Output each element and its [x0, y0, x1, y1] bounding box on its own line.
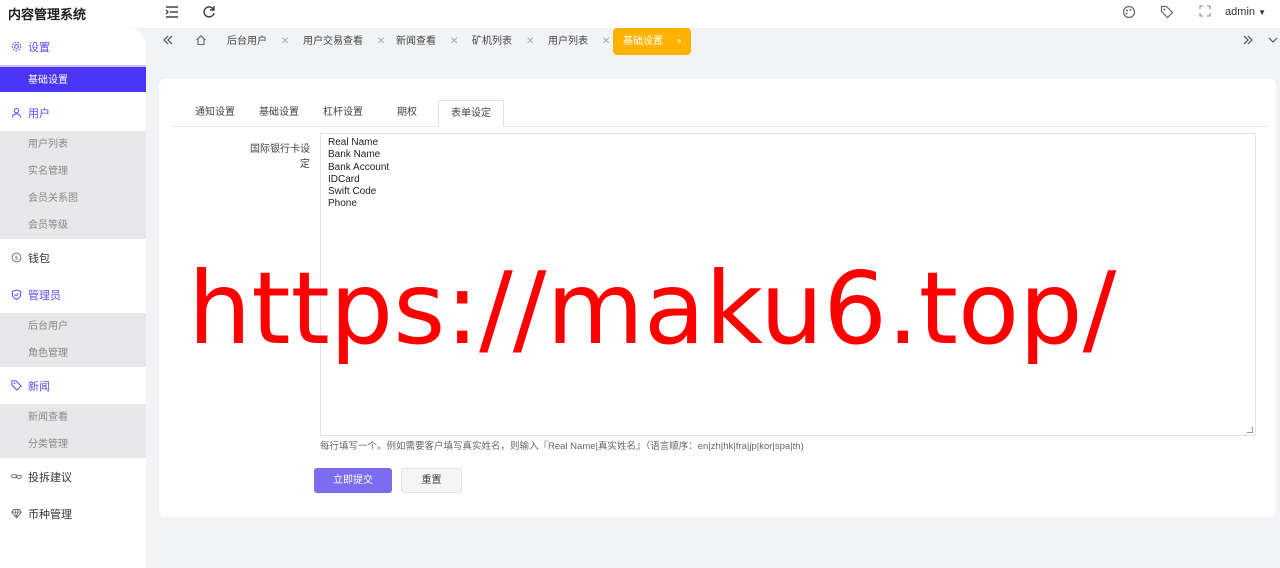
submit-button[interactable]: 立即提交 — [314, 468, 392, 493]
svg-text:$: $ — [14, 256, 18, 262]
tabs-bar: 后台用户 ✕ 用户交易查看 ✕ 新闻查看 ✕ 矿机列表 ✕ 用户列表 ✕ 基础设置 — [146, 28, 1280, 56]
theme-palette-icon[interactable] — [1122, 5, 1138, 21]
sidebar-group-label: 新闻 — [28, 380, 50, 393]
textarea-line: IDCard — [328, 173, 360, 185]
app-title: 内容管理系统 — [8, 7, 87, 22]
close-icon[interactable]: ✕ — [450, 36, 458, 47]
sidebar-item-realname[interactable]: 实名管理 — [0, 158, 146, 185]
shield-icon — [10, 289, 22, 301]
textarea-line: Bank Name — [328, 149, 381, 161]
sidebar-group-feedback[interactable]: 投拆建议 — [0, 458, 146, 495]
sidebar-item-member-level[interactable]: 会员等级 — [0, 212, 146, 239]
textarea-line: Bank Account — [328, 161, 390, 173]
sidebar-item-basic-settings[interactable]: 基础设置 — [0, 65, 146, 92]
tab-form-settings[interactable]: 表单设定 — [438, 100, 504, 127]
tabs-scroll-left-icon[interactable] — [162, 34, 176, 48]
menu-collapse-icon[interactable] — [164, 5, 180, 21]
sidebar-item-user-list[interactable]: 用户列表 — [0, 131, 146, 158]
tab-leverage-settings[interactable]: 杠杆设置 — [323, 100, 363, 127]
sidebar-group-users[interactable]: 用户 — [0, 94, 146, 131]
sidebar-item-roles[interactable]: 角色管理 — [0, 340, 146, 367]
tab-label: 用户交易查看 — [303, 36, 363, 47]
link-icon — [10, 471, 22, 483]
tab-label: 新闻查看 — [396, 36, 436, 47]
sidebar-group-label: 币种管理 — [28, 508, 72, 521]
form-hint: 每行填写一个。例如需要客户填写真实姓名，则输入『Real Name|真实姓名』（… — [320, 441, 804, 452]
sidebar-item-backend-users[interactable]: 后台用户 — [0, 313, 146, 340]
username: admin — [1225, 6, 1256, 18]
sidebar-group-label: 投拆建议 — [28, 471, 72, 484]
caret-down-icon: ▼ — [1258, 8, 1266, 17]
sidebar-item-news-view[interactable]: 新闻查看 — [0, 404, 146, 431]
sidebar-group-label: 钱包 — [28, 252, 50, 265]
tab-user-transactions[interactable]: 用户交易查看 ✕ — [303, 28, 385, 55]
sidebar-group-admin[interactable]: 管理员 — [0, 276, 146, 313]
tab-options[interactable]: 期权 — [397, 100, 417, 127]
tab-notification-settings[interactable]: 通知设置 — [195, 100, 235, 127]
textarea-line: Swift Code — [328, 186, 377, 198]
sidebar: 设置 基础设置 用户 用户列表 实名管理 会员关系图 会员等级 $ 钱包 管理员… — [0, 28, 146, 568]
sidebar-item-categories[interactable]: 分类管理 — [0, 431, 146, 458]
chevron-down-icon[interactable] — [1268, 34, 1280, 48]
refresh-icon[interactable] — [201, 5, 217, 21]
close-icon[interactable]: ✕ — [281, 36, 289, 47]
sidebar-group-wallet[interactable]: $ 钱包 — [0, 239, 146, 276]
fullscreen-icon[interactable] — [1199, 5, 1215, 21]
tab-basic-settings[interactable]: 基础设置 — [613, 28, 691, 55]
tab-label: 基础设置 — [623, 36, 663, 47]
sidebar-group-label: 管理员 — [28, 289, 61, 302]
tab-user-list[interactable]: 用户列表 ✕ — [548, 28, 610, 55]
sidebar-group-label: 用户 — [28, 107, 50, 120]
settings-tabs: 通知设置 基础设置 杠杆设置 期权 表单设定 — [172, 100, 1268, 127]
tab-label: 后台用户 — [227, 36, 267, 47]
close-icon[interactable]: ✕ — [602, 36, 610, 47]
active-dot — [677, 39, 681, 44]
tab-backend-users[interactable]: 后台用户 ✕ — [227, 28, 289, 55]
close-icon[interactable]: ✕ — [377, 36, 385, 47]
watermark-url: https://maku6.top/ — [188, 250, 1117, 367]
textarea-line: Real Name — [328, 137, 379, 148]
sidebar-group-news[interactable]: 新闻 — [0, 367, 146, 404]
sidebar-group-label: 设置 — [28, 41, 50, 54]
sidebar-group-settings[interactable]: 设置 — [0, 28, 146, 65]
tab-basic-settings[interactable]: 基础设置 — [259, 100, 299, 127]
tag-icon[interactable] — [1160, 5, 1176, 21]
resize-handle[interactable] — [1247, 427, 1253, 433]
bank-card-label: 国际银行卡设定 — [250, 144, 310, 170]
reset-button[interactable]: 重置 — [401, 468, 462, 493]
tab-label: 用户列表 — [548, 36, 588, 47]
tab-miner-list[interactable]: 矿机列表 ✕ — [472, 28, 534, 55]
tab-label: 矿机列表 — [472, 36, 512, 47]
coin-icon: $ — [10, 252, 22, 264]
tabs-scroll-right-icon[interactable] — [1242, 34, 1256, 48]
close-icon[interactable]: ✕ — [526, 36, 534, 47]
textarea-line: Phone — [328, 198, 357, 210]
home-icon[interactable] — [195, 34, 209, 48]
tab-news-view[interactable]: 新闻查看 ✕ — [396, 28, 458, 55]
sidebar-item-member-graph[interactable]: 会员关系图 — [0, 185, 146, 212]
top-bar: 内容管理系统 admin ▼ — [0, 0, 1280, 28]
diamond-icon — [10, 508, 22, 520]
gear-icon — [10, 41, 22, 53]
user-menu[interactable]: admin ▼ — [1225, 6, 1266, 18]
user-icon — [10, 107, 22, 119]
sidebar-group-currency[interactable]: 币种管理 — [0, 495, 146, 532]
tag-icon — [10, 380, 22, 392]
